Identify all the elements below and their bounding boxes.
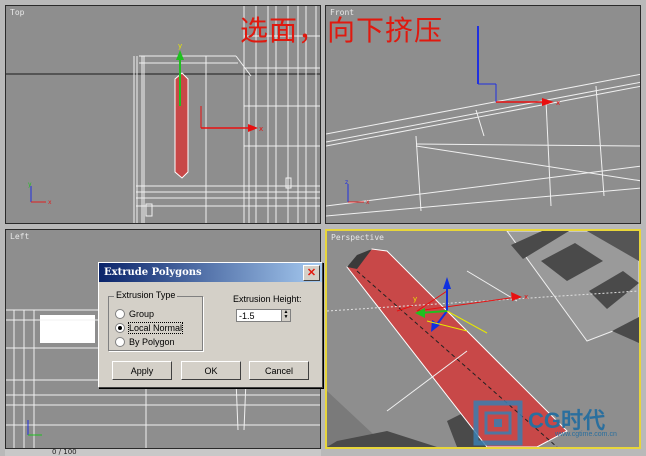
- spinner-arrows-icon[interactable]: ▲ ▼: [281, 310, 290, 321]
- viewport-label-perspective[interactable]: Perspective: [331, 233, 384, 242]
- svg-text:y: y: [413, 295, 417, 303]
- radio-local-normal-option[interactable]: Local Normal: [115, 322, 184, 334]
- cg-logo-icon: [473, 400, 523, 446]
- svg-text:x: x: [48, 199, 52, 206]
- radio-label-local-normal: Local Normal: [127, 322, 184, 334]
- extrusion-type-label: Extrusion Type: [114, 290, 178, 300]
- svg-text:y: y: [28, 181, 32, 188]
- svg-text:x: x: [524, 293, 528, 301]
- extrusion-height-label: Extrusion Height:: [233, 294, 302, 304]
- radio-icon[interactable]: [115, 336, 125, 347]
- radio-label-by-polygon: By Polygon: [129, 337, 175, 347]
- dialog-close-button[interactable]: ✕: [303, 265, 320, 281]
- logo-url: www.cgtime.com.cn: [555, 431, 617, 438]
- radio-label-group: Group: [129, 309, 155, 319]
- dialog-title: Extrude Polygons: [104, 267, 202, 278]
- radio-selected-icon[interactable]: [115, 322, 125, 333]
- annotation-text: 选面，向下挤压: [240, 14, 444, 47]
- svg-text:z: z: [345, 179, 348, 186]
- close-icon: ✕: [306, 266, 317, 279]
- apply-button[interactable]: Apply: [112, 361, 172, 380]
- svg-text:y: y: [178, 42, 182, 50]
- extrusion-height-value[interactable]: -1.5: [239, 311, 255, 321]
- viewport-label-left[interactable]: Left: [10, 232, 29, 241]
- svg-text:x: x: [259, 125, 263, 133]
- svg-text:x: x: [556, 99, 560, 107]
- svg-text:x: x: [366, 199, 370, 206]
- radio-by-polygon-option[interactable]: By Polygon: [115, 336, 175, 348]
- dialog-title-bar[interactable]: Extrude Polygons ✕: [99, 263, 322, 282]
- radio-group-option[interactable]: Group: [115, 308, 154, 320]
- extrusion-height-spinner[interactable]: -1.5 ▲ ▼: [236, 309, 291, 322]
- viewport-label-top[interactable]: Top: [10, 8, 24, 17]
- cancel-button[interactable]: Cancel: [249, 361, 309, 380]
- radio-icon[interactable]: [115, 308, 125, 319]
- extrude-polygons-dialog: Extrude Polygons ✕ Extrusion Type Group …: [98, 262, 323, 388]
- ok-button[interactable]: OK: [181, 361, 241, 380]
- time-slider-readout: 0 / 100: [52, 448, 77, 456]
